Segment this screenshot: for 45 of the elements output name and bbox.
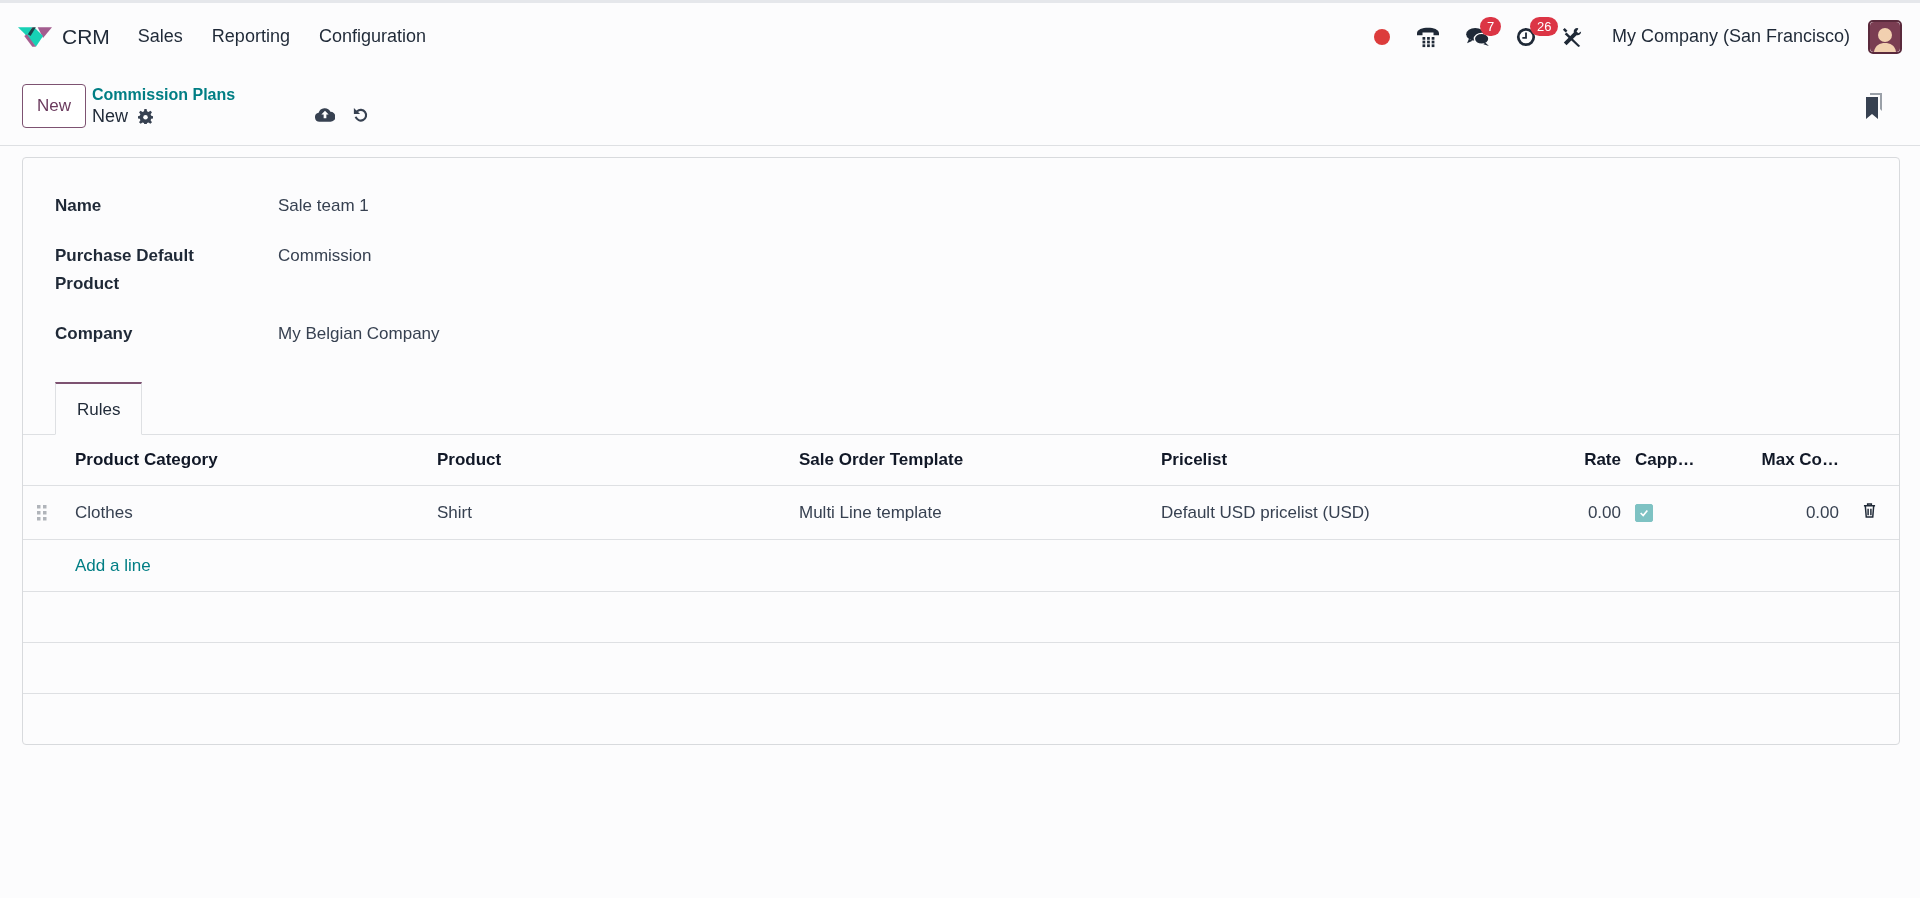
avatar[interactable] <box>1868 19 1902 54</box>
cloud-upload-icon[interactable] <box>315 107 336 123</box>
add-line-link[interactable]: Add a line <box>75 555 151 575</box>
tools-icon[interactable] <box>1561 26 1582 47</box>
field-value[interactable]: My Belgian Company <box>278 320 675 348</box>
menu-item[interactable]: Reporting <box>211 26 290 47</box>
table-cell-text: 0.00 <box>1586 502 1622 523</box>
table-cell-text: Default USD pricelist (USD) <box>1160 502 1371 523</box>
table-cell-text: Multi Line template <box>798 502 943 523</box>
field-label: Name <box>55 195 103 217</box>
tab[interactable]: Rules <box>55 382 143 435</box>
table-cell-text: Clothes <box>74 502 134 523</box>
check-icon <box>1639 507 1649 518</box>
undo-icon[interactable] <box>353 107 370 123</box>
app-name[interactable]: CRM <box>62 24 110 49</box>
column-header[interactable]: Max Co… <box>1729 450 1851 470</box>
column-header[interactable]: Capp… <box>1633 450 1729 470</box>
trash-icon[interactable] <box>1863 502 1876 518</box>
settings-icon[interactable] <box>138 108 154 124</box>
column-header[interactable]: Product <box>425 450 787 470</box>
field-value[interactable]: Sale team 1 <box>278 192 675 220</box>
breadcrumb-link[interactable]: Commission Plans <box>92 85 236 104</box>
clock-icon[interactable] <box>1515 26 1536 47</box>
column-header[interactable]: Product Category <box>63 450 425 470</box>
column-header[interactable]: Rate <box>1549 450 1633 470</box>
field-value[interactable]: Commission <box>278 242 675 298</box>
table-cell-text: Shirt <box>436 502 473 523</box>
bookmark-icon[interactable] <box>1864 93 1884 119</box>
field-label: Purchase Default Product <box>55 245 195 295</box>
checkbox[interactable] <box>1635 503 1653 522</box>
field-label: Company <box>55 323 134 345</box>
column-header[interactable]: Pricelist <box>1149 450 1549 470</box>
phone-icon[interactable] <box>1415 25 1440 48</box>
table-cell-text: 0.00 <box>1804 502 1840 523</box>
counter-badge: 7 <box>1479 16 1502 36</box>
menu-item[interactable]: Configuration <box>318 26 426 47</box>
column-header[interactable]: Sale Order Template <box>787 450 1149 470</box>
app-logo-icon[interactable] <box>18 24 52 49</box>
new-button[interactable]: New <box>22 84 86 128</box>
company-switcher[interactable]: My Company (San Francisco) <box>1611 26 1850 47</box>
record-name: New <box>92 105 129 127</box>
status-dot-icon[interactable] <box>1373 28 1390 45</box>
counter-badge: 26 <box>1529 16 1559 36</box>
menu-item[interactable]: Sales <box>137 26 183 47</box>
drag-handle-icon[interactable] <box>37 504 47 521</box>
